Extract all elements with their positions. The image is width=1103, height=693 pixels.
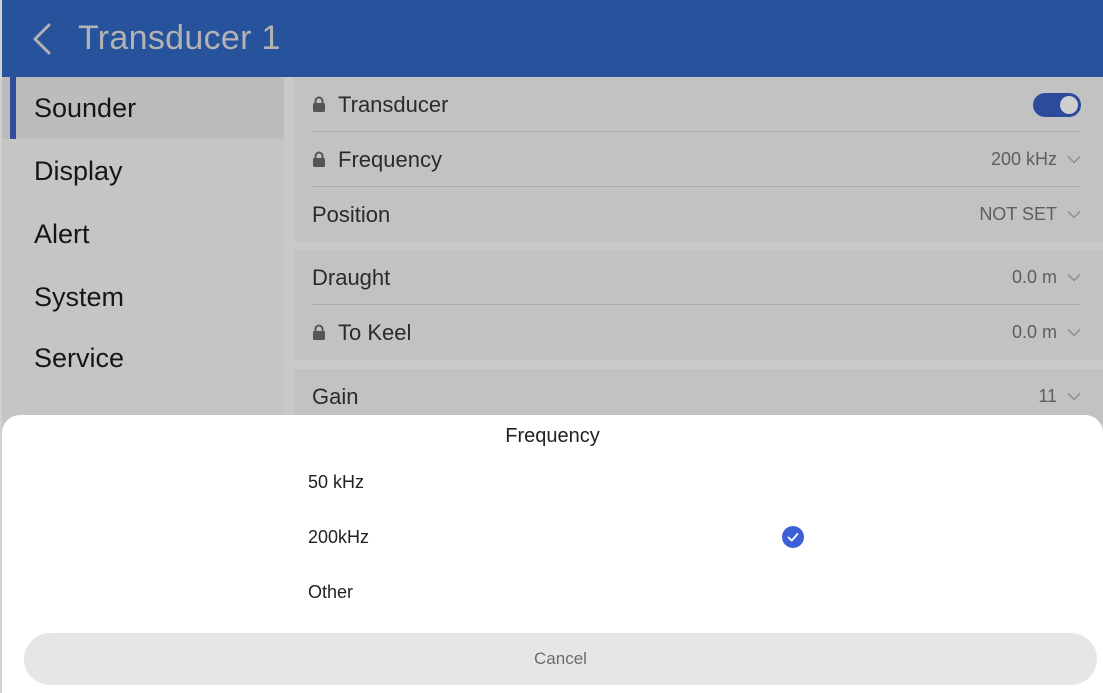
settings-panel: Transducer Frequency 200 kHz Position NO… <box>294 77 1103 437</box>
sidebar-item-alert[interactable]: Alert <box>2 203 284 265</box>
frequency-value-wrap: 200 kHz <box>991 149 1081 170</box>
to-keel-value-wrap: 0.0 m <box>1012 322 1081 343</box>
header-bar: Transducer 1 <box>2 0 1103 77</box>
transducer-label: Transducer <box>338 91 449 117</box>
gain-label: Gain <box>312 383 359 409</box>
lock-icon <box>312 324 328 342</box>
gain-value: 11 <box>1038 386 1057 406</box>
to-keel-value: 0.0 m <box>1011 322 1057 342</box>
option-other[interactable]: Other <box>292 567 832 617</box>
to-keel-label-wrap: To Keel <box>312 320 411 346</box>
sheet-title: Frequency <box>505 425 600 447</box>
draught-value-wrap: 0.0 m <box>1012 267 1081 288</box>
sidebar-item-sounder[interactable]: Sounder <box>2 77 284 139</box>
position-label: Position <box>312 201 391 227</box>
chevron-left-icon <box>33 23 51 54</box>
draught-value: 0.0 m <box>1011 267 1057 287</box>
frequency-label-wrap: Frequency <box>312 147 442 173</box>
option-label: 200kHz <box>308 526 370 547</box>
transducer-row: Transducer <box>294 77 1103 132</box>
draught-row[interactable]: Draught 0.0 m <box>294 250 1103 305</box>
chevron-down-icon <box>1067 392 1081 402</box>
option-label: 50 kHz <box>308 471 365 492</box>
chevron-down-icon <box>1067 155 1081 165</box>
transducer-toggle[interactable] <box>1033 92 1081 117</box>
to-keel-row[interactable]: To Keel 0.0 m <box>294 305 1103 360</box>
position-value-wrap: NOT SET <box>979 204 1081 225</box>
option-label: Other <box>308 581 354 602</box>
position-value: NOT SET <box>979 204 1057 224</box>
transducer-label-wrap: Transducer <box>312 92 448 118</box>
frequency-label: Frequency <box>338 146 442 172</box>
chevron-down-icon <box>1067 210 1081 220</box>
option-200khz[interactable]: 200kHz <box>292 512 832 562</box>
settings-group-transducer: Transducer Frequency 200 kHz Position NO… <box>294 77 1103 242</box>
checkmark-icon <box>782 526 804 548</box>
to-keel-label: To Keel <box>338 319 412 345</box>
position-row[interactable]: Position NOT SET <box>294 187 1103 242</box>
lock-icon <box>312 151 328 169</box>
chevron-down-icon <box>1067 273 1081 283</box>
gain-value-wrap: 11 <box>1038 386 1081 407</box>
draught-label: Draught <box>312 264 391 290</box>
settings-group-draught: Draught 0.0 m To Keel 0.0 m <box>294 250 1103 360</box>
sidebar-item-display[interactable]: Display <box>2 140 284 202</box>
cancel-button[interactable]: Cancel <box>24 633 1097 685</box>
option-50khz[interactable]: 50 kHz <box>292 457 832 507</box>
sidebar-item-service[interactable]: Service <box>2 327 284 389</box>
app-window: Transducer 1 Sounder Display Alert Syste… <box>0 0 1103 693</box>
frequency-picker-sheet: Frequency 50 kHz 200kHz Other Cancel <box>2 415 1103 693</box>
sidebar-item-system[interactable]: System <box>2 266 284 328</box>
page-title: Transducer 1 <box>78 19 281 57</box>
toggle-knob <box>1060 95 1078 114</box>
sidebar: Sounder Display Alert System Service <box>2 77 284 437</box>
lock-icon <box>312 96 328 114</box>
frequency-row[interactable]: Frequency 200 kHz <box>294 132 1103 187</box>
back-button[interactable] <box>28 19 56 59</box>
frequency-value: 200 kHz <box>990 149 1057 169</box>
chevron-down-icon <box>1067 328 1081 338</box>
